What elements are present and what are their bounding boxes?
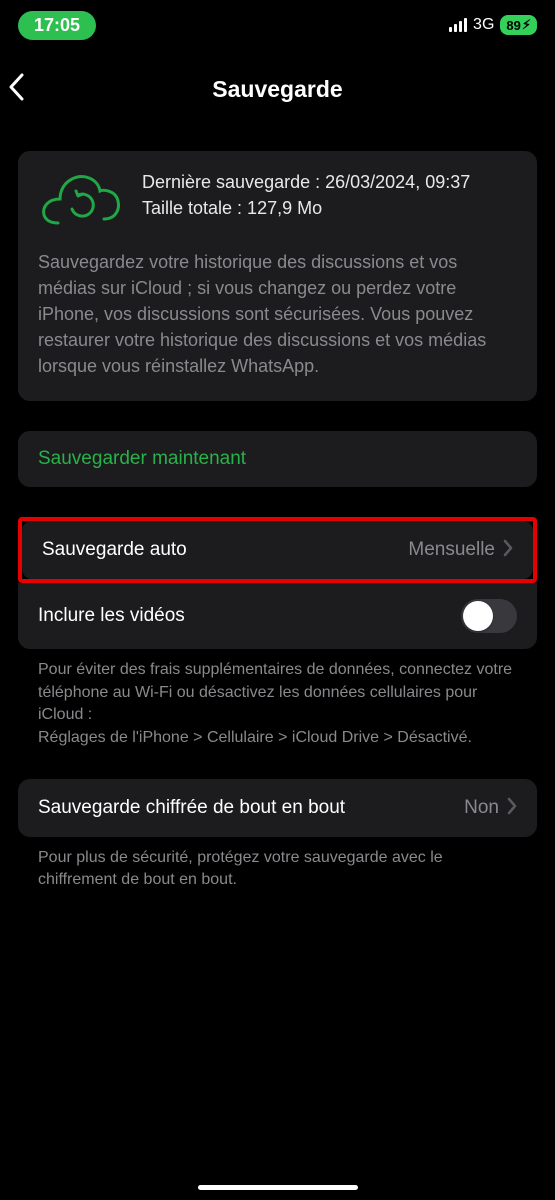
backup-description: Sauvegardez votre historique des discuss…	[38, 249, 517, 379]
cloud-refresh-icon	[38, 169, 124, 231]
data-warning-note: Pour éviter des frais supplémentaires de…	[18, 649, 537, 749]
chevron-right-icon	[507, 795, 517, 821]
battery-icon: 89⚡︎	[500, 15, 537, 35]
backup-now-label: Sauvegarder maintenant	[38, 448, 246, 470]
e2e-card: Sauvegarde chiffrée de bout en bout Non	[18, 779, 537, 837]
status-bar: 17:05 3G 89⚡︎	[0, 0, 555, 46]
include-videos-card: Inclure les vidéos	[18, 583, 537, 649]
e2e-value: Non	[464, 797, 499, 819]
backup-now-card: Sauvegarder maintenant	[18, 431, 537, 487]
auto-backup-value: Mensuelle	[408, 539, 495, 561]
status-right: 3G 89⚡︎	[449, 15, 537, 35]
nav-bar: Sauvegarde	[0, 46, 555, 125]
total-size-text: Taille totale : 127,9 Mo	[142, 195, 470, 221]
auto-backup-card: Sauvegarde auto Mensuelle	[22, 521, 533, 579]
signal-icon	[449, 18, 467, 32]
home-indicator[interactable]	[198, 1185, 358, 1190]
last-backup-text: Dernière sauvegarde : 26/03/2024, 09:37	[142, 169, 470, 195]
e2e-label: Sauvegarde chiffrée de bout en bout	[38, 796, 345, 821]
include-videos-label: Inclure les vidéos	[38, 605, 185, 627]
chevron-left-icon	[8, 73, 24, 101]
backup-info-card: Dernière sauvegarde : 26/03/2024, 09:37 …	[18, 151, 537, 401]
network-label: 3G	[473, 16, 494, 34]
charging-icon: ⚡︎	[522, 17, 531, 33]
auto-backup-label: Sauvegarde auto	[42, 539, 187, 561]
status-time: 17:05	[18, 11, 96, 40]
e2e-hint: Pour plus de sécurité, protégez votre sa…	[18, 837, 537, 892]
toggle-knob	[463, 601, 493, 631]
include-videos-toggle[interactable]	[461, 599, 517, 633]
include-videos-row: Inclure les vidéos	[18, 583, 537, 649]
backup-now-button[interactable]: Sauvegarder maintenant	[18, 431, 537, 487]
highlight-annotation: Sauvegarde auto Mensuelle	[18, 517, 537, 583]
auto-backup-row[interactable]: Sauvegarde auto Mensuelle	[22, 521, 533, 579]
e2e-encryption-row[interactable]: Sauvegarde chiffrée de bout en bout Non	[18, 779, 537, 837]
page-title: Sauvegarde	[14, 76, 541, 103]
battery-percent: 89	[506, 18, 520, 33]
back-button[interactable]	[8, 73, 24, 107]
chevron-right-icon	[503, 537, 513, 563]
